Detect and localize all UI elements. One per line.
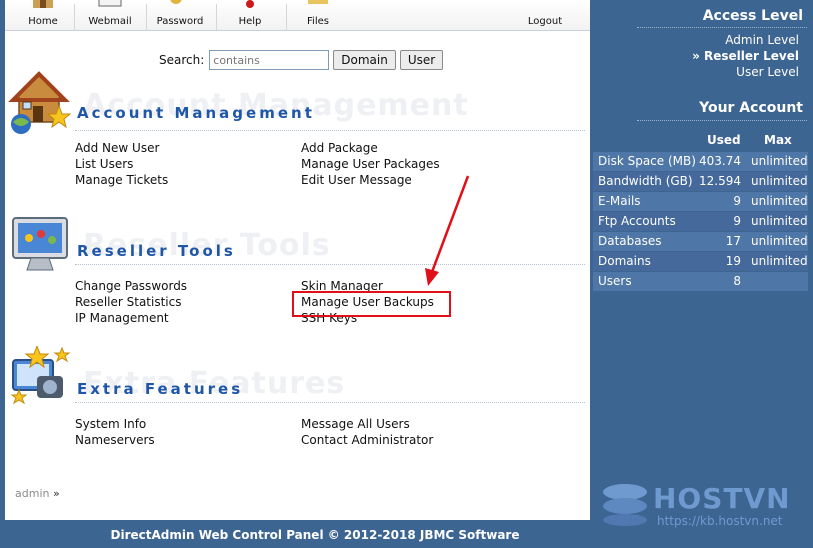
link-nameservers[interactable]: Nameservers — [75, 432, 295, 448]
sidebar-divider — [637, 27, 807, 28]
usage-used: 9 — [733, 214, 741, 228]
highlight-box — [292, 291, 451, 317]
account-house-icon — [8, 71, 72, 134]
watermark-url: https://kb.hostvn.net — [657, 514, 783, 528]
usage-row: Ftp Accounts 9 unlimited — [593, 212, 808, 231]
key-icon — [170, 0, 182, 4]
usage-used: 8 — [733, 274, 741, 288]
nav-label: Help — [238, 16, 262, 27]
section-title: Extra Features — [77, 380, 244, 398]
nav-label: Logout — [527, 16, 563, 27]
nav-divider — [74, 4, 75, 30]
usage-used: 403.74 — [699, 154, 741, 168]
breadcrumb-user[interactable]: admin — [15, 487, 49, 500]
breadcrumb: admin » — [15, 487, 60, 500]
nav-label: Password — [156, 16, 204, 27]
usage-name: Disk Space (MB) — [598, 154, 696, 168]
section-divider — [75, 264, 585, 265]
level-user[interactable]: User Level — [736, 65, 799, 79]
usage-row: Domains 19 unlimited — [593, 252, 808, 271]
sidebar-divider — [637, 120, 807, 121]
usage-row: Databases 17 unlimited — [593, 232, 808, 251]
usage-row: Users 8 — [593, 272, 808, 291]
nav-logout[interactable]: Logout — [524, 0, 566, 31]
usage-header-max: Max — [764, 133, 792, 147]
nav-password[interactable]: Password — [155, 0, 205, 31]
breadcrumb-separator: » — [52, 487, 60, 500]
nav-label: Home — [28, 16, 58, 27]
usage-name: Databases — [598, 234, 662, 248]
search-input[interactable] — [209, 50, 330, 70]
link-message-all-users[interactable]: Message All Users — [301, 416, 521, 432]
search-label: Search: — [159, 53, 205, 67]
usage-row: Bandwidth (GB) 12.594 unlimited — [593, 172, 808, 191]
link-add-package[interactable]: Add Package — [301, 140, 521, 156]
sidebar: Access Level Admin Level » Reseller Leve… — [593, 0, 813, 548]
usage-name: Bandwidth (GB) — [598, 174, 693, 188]
footer: DirectAdmin Web Control Panel © 2012-201… — [0, 520, 590, 548]
nav-webmail[interactable]: Webmail — [85, 0, 135, 31]
usage-name: E-Mails — [598, 194, 641, 208]
link-ip-management[interactable]: IP Management — [75, 310, 295, 326]
usage-used: 9 — [733, 194, 741, 208]
section-title: Reseller Tools — [77, 242, 236, 260]
usage-used: 19 — [725, 254, 741, 268]
folder-icon — [308, 0, 328, 4]
section-divider — [75, 130, 585, 131]
link-manage-tickets[interactable]: Manage Tickets — [75, 172, 295, 188]
main-panel: Home Webmail Password Help Files Logout … — [5, 0, 590, 520]
link-system-info[interactable]: System Info — [75, 416, 295, 432]
nav-home[interactable]: Home — [23, 0, 63, 31]
usage-max: unlimited — [751, 154, 808, 168]
usage-max: unlimited — [751, 174, 808, 188]
link-manage-user-packages[interactable]: Manage User Packages — [301, 156, 521, 172]
link-reseller-statistics[interactable]: Reseller Statistics — [75, 294, 295, 310]
section-divider — [75, 402, 585, 403]
top-navigation: Home Webmail Password Help Files Logout — [5, 0, 590, 31]
link-contact-administrator[interactable]: Contact Administrator — [301, 432, 521, 448]
hostvn-watermark: HOSTVN https://kb.hostvn.net — [601, 478, 801, 538]
logout-icon — [532, 0, 558, 8]
nav-divider — [286, 4, 287, 30]
your-account-title: Your Account — [699, 100, 803, 116]
level-reseller[interactable]: » Reseller Level — [692, 49, 799, 63]
mail-icon — [98, 0, 122, 7]
section-title: Account Management — [77, 104, 315, 122]
usage-name: Ftp Accounts — [598, 214, 676, 228]
usage-name: Domains — [598, 254, 651, 268]
link-edit-user-message[interactable]: Edit User Message — [301, 172, 521, 188]
help-icon — [246, 0, 254, 8]
search-bar: Search: Domain User — [159, 50, 444, 70]
usage-header-used: Used — [707, 133, 741, 147]
level-admin[interactable]: Admin Level — [725, 33, 799, 47]
link-change-passwords[interactable]: Change Passwords — [75, 278, 295, 294]
usage-max: unlimited — [751, 254, 808, 268]
house-icon — [33, 0, 53, 8]
link-list-users[interactable]: List Users — [75, 156, 295, 172]
usage-used: 17 — [725, 234, 741, 248]
monitor-tools-icon — [12, 217, 68, 271]
watermark-brand: HOSTVN — [653, 482, 791, 515]
hostvn-logo-icon — [603, 484, 647, 526]
usage-max: unlimited — [751, 214, 808, 228]
nav-divider — [216, 4, 217, 30]
search-domain-button[interactable]: Domain — [333, 50, 396, 70]
nav-label: Webmail — [88, 16, 132, 27]
nav-help[interactable]: Help — [230, 0, 270, 31]
usage-max: unlimited — [751, 234, 808, 248]
usage-max: unlimited — [751, 194, 808, 208]
nav-divider — [146, 4, 147, 30]
usage-used: 12.594 — [699, 174, 741, 188]
nav-files[interactable]: Files — [298, 0, 338, 31]
usage-row: E-Mails 9 unlimited — [593, 192, 808, 211]
features-stars-icon — [10, 346, 71, 405]
link-add-new-user[interactable]: Add New User — [75, 140, 295, 156]
access-level-title: Access Level — [702, 8, 803, 24]
footer-copyright: DirectAdmin Web Control Panel © 2012-201… — [110, 528, 520, 542]
usage-name: Users — [598, 274, 632, 288]
search-user-button[interactable]: User — [399, 50, 444, 70]
nav-label: Files — [307, 16, 329, 27]
usage-row: Disk Space (MB) 403.74 unlimited — [593, 152, 808, 171]
